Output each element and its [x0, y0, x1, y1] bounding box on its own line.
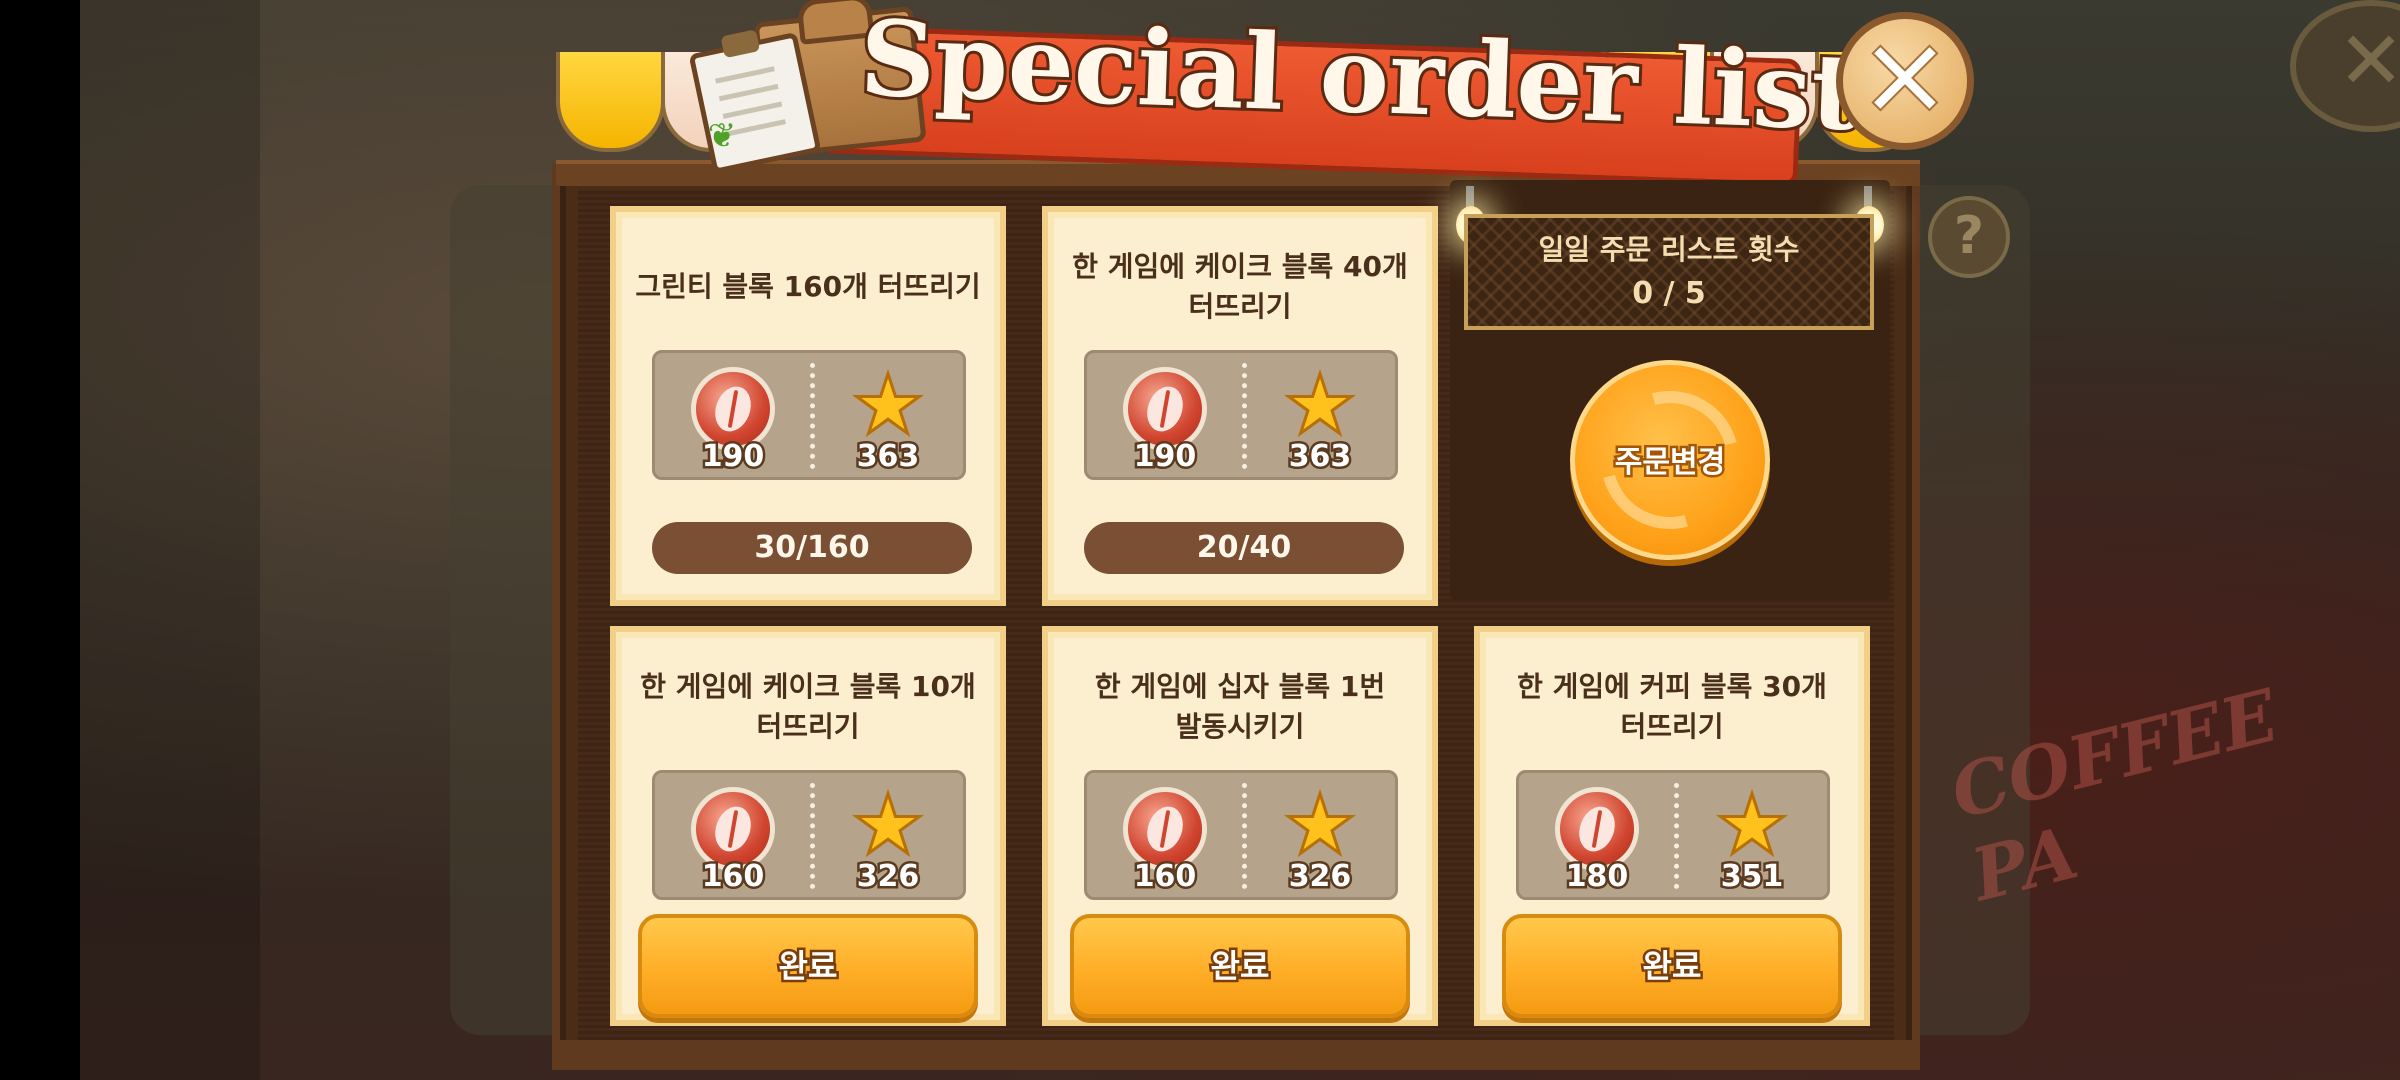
reward-box: ★ 190 363: [1084, 350, 1398, 480]
order-card: 한 게임에 케이크 블록 40개 터뜨리기 ★ 190 363 20/40: [1042, 206, 1438, 606]
daily-order-label: 일일 주문 리스트 횟수: [1538, 233, 1800, 266]
reward-box: ★ 190 363: [652, 350, 966, 480]
board-base: [552, 1040, 1920, 1068]
order-card: 한 게임에 십자 블록 1번 발동시키기 ★ 160 326 완료: [1042, 626, 1438, 1026]
star-reward: 351: [1718, 857, 1786, 897]
order-card: 한 게임에 커피 블록 30개 터뜨리기 ★ 180 351 완료: [1474, 626, 1870, 1026]
background-shade: [80, 0, 260, 1080]
reward-box: ★ 160 326: [652, 770, 966, 900]
order-card: 한 게임에 케이크 블록 10개 터뜨리기 ★ 160 326 완료: [610, 626, 1006, 1026]
close-icon: ✕: [1858, 16, 1952, 144]
reward-box: ★ 160 326: [1084, 770, 1398, 900]
order-description: 한 게임에 케이크 블록 40개 터뜨리기: [1072, 250, 1408, 323]
order-description: 한 게임에 커피 블록 30개 터뜨리기: [1517, 670, 1827, 743]
order-card: 그린티 블록 160개 터뜨리기 ★ 190 363 30/160: [610, 206, 1006, 606]
background-help-icon: ?: [1928, 196, 2010, 278]
close-button[interactable]: ✕: [1836, 12, 1974, 150]
star-icon: ★: [1714, 778, 1791, 873]
star-reward: 363: [1286, 437, 1354, 477]
complete-button[interactable]: 완료: [1070, 914, 1410, 1018]
complete-button[interactable]: 완료: [638, 914, 978, 1018]
order-description: 그린티 블록 160개 터뜨리기: [635, 270, 981, 303]
star-icon: ★: [850, 778, 927, 873]
coin-reward: 180: [1563, 857, 1631, 897]
star-reward: 363: [854, 437, 922, 477]
coin-reward: 160: [1131, 857, 1199, 897]
star-icon: ★: [850, 358, 927, 453]
daily-order-count: 0 / 5: [1632, 276, 1706, 311]
star-icon: ★: [1282, 778, 1359, 873]
order-description: 한 게임에 케이크 블록 10개 터뜨리기: [640, 670, 976, 743]
reward-box: ★ 180 351: [1516, 770, 1830, 900]
change-order-button[interactable]: 주문변경: [1570, 360, 1770, 560]
change-order-label: 주문변경: [1612, 443, 1727, 483]
complete-button[interactable]: 완료: [1502, 914, 1842, 1018]
coin-reward: 190: [699, 437, 767, 477]
order-progress: 30/160: [652, 522, 972, 574]
star-icon: ★: [1282, 358, 1359, 453]
order-description: 한 게임에 십자 블록 1번 발동시키기: [1094, 670, 1386, 743]
star-reward: 326: [854, 857, 922, 897]
coin-reward: 190: [1131, 437, 1199, 477]
sprout-icon: ❦: [707, 116, 737, 156]
order-progress: 20/40: [1084, 522, 1404, 574]
star-reward: 326: [1286, 857, 1354, 897]
coin-reward: 160: [699, 857, 767, 897]
